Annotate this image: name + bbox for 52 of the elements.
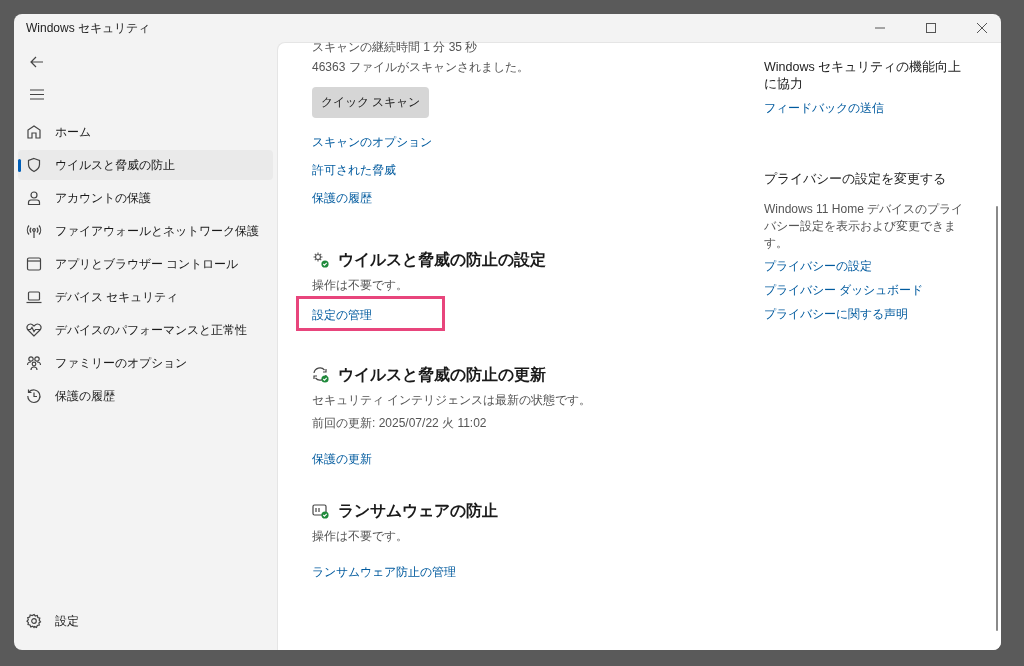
settings-icon: [26, 613, 42, 629]
link[interactable]: スキャンのオプション: [312, 134, 432, 150]
link[interactable]: プライバシーに関する声明: [764, 306, 908, 322]
scan-info-text: 46363 ファイルがスキャンされました。: [312, 59, 530, 75]
status-text: セキュリティ インテリジェンスは最新の状態です。: [312, 392, 592, 408]
laptop-icon: [26, 289, 42, 305]
antenna-icon: [26, 223, 42, 239]
family-icon: [26, 355, 42, 371]
link[interactable]: 設定の管理: [312, 308, 372, 322]
nav-item[interactable]: デバイスのパフォーマンスと正常性: [18, 315, 273, 345]
person-icon: [26, 190, 42, 206]
window-title: Windows セキュリティ: [26, 19, 150, 37]
link[interactable]: ランサムウェア防止の管理: [312, 565, 456, 579]
ransomware-folder-icon: [312, 502, 330, 520]
link[interactable]: 許可された脅威: [312, 162, 396, 178]
back-arrow-icon[interactable]: [30, 56, 44, 68]
nav-item[interactable]: 保護の履歴: [18, 381, 273, 411]
status-text: 操作は不要です。: [312, 277, 408, 293]
link[interactable]: 保護の更新: [312, 452, 372, 466]
section-heading: ランサムウェアの防止: [338, 501, 498, 521]
section-heading: ウイルスと脅威の防止の更新: [338, 365, 546, 385]
nav-item[interactable]: ファミリーのオプション: [18, 348, 273, 378]
link[interactable]: プライバシー ダッシュボード: [764, 282, 924, 298]
nav-item[interactable]: アプリとブラウザー コントロール: [18, 249, 273, 279]
status-text: 操作は不要です。: [312, 528, 408, 544]
nav-item[interactable]: ホーム: [18, 117, 273, 147]
heart-pulse-icon: [26, 322, 42, 338]
history-clock-icon: [26, 388, 42, 404]
link[interactable]: フィードバックの送信: [764, 100, 884, 116]
nav-item[interactable]: ウイルスと脅威の防止: [18, 150, 273, 180]
menu-icon[interactable]: [30, 89, 44, 100]
scrollbar[interactable]: [996, 206, 998, 631]
shield-icon: [26, 157, 42, 173]
scan-info-text: スキャンの継続時間 1 分 35 秒: [312, 39, 479, 55]
link[interactable]: 保護の履歴: [312, 190, 372, 206]
settings-nav-item[interactable]: 設定: [18, 606, 273, 636]
close-icon[interactable]: [977, 23, 987, 33]
panel-heading: プライバシーの設定を変更する: [764, 171, 946, 188]
status-text: 前回の更新: 2025/07/22 火 11:02: [312, 415, 487, 431]
nav-item[interactable]: ファイアウォールとネットワーク保護: [18, 216, 273, 246]
gear-check-icon: [312, 251, 330, 269]
section-heading: ウイルスと脅威の防止の設定: [338, 250, 546, 270]
description-text: Windows 11 Home デバイスのプライバシー設定を表示および変更できます。: [764, 201, 964, 252]
nav-item[interactable]: アカウントの保護: [18, 183, 273, 213]
link[interactable]: プライバシーの設定: [764, 258, 872, 274]
quick-scan-button[interactable]: クイック スキャン: [312, 87, 430, 118]
home-icon: [26, 124, 42, 140]
panel-heading: Windows セキュリティの機能向上に協力: [764, 59, 963, 93]
browser-window-icon: [26, 256, 42, 272]
nav-item[interactable]: デバイス セキュリティ: [18, 282, 273, 312]
maximize-icon[interactable]: [926, 23, 936, 33]
refresh-check-icon: [312, 366, 330, 384]
